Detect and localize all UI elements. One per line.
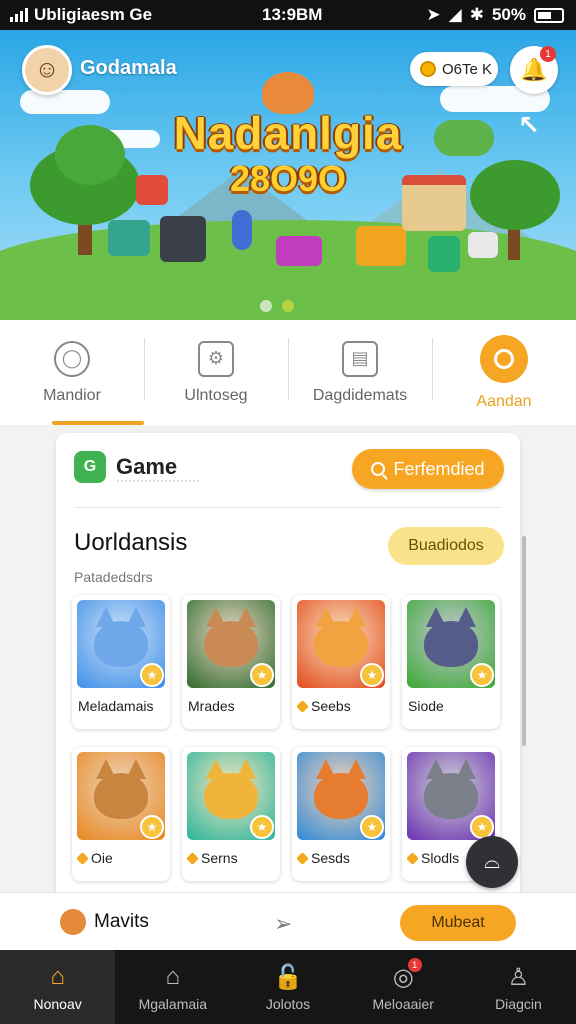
game-tile[interactable]: ★ Mrades <box>182 595 280 729</box>
mask-icon: ⌓ <box>484 850 500 873</box>
tile-label: Meladamais <box>78 698 154 714</box>
tab-home[interactable]: ⌂ Nonoav <box>0 950 116 1024</box>
nav-label: Ulntoseg <box>184 386 248 404</box>
hero-title: Nadanlgia <box>173 107 403 159</box>
gem-icon <box>186 851 199 865</box>
nav-label: Dagdidemats <box>312 386 408 404</box>
tab-building[interactable]: ⌂ Mgalamaia <box>115 950 230 1024</box>
battery-icon <box>534 7 564 23</box>
send-icon[interactable]: ➢ <box>274 911 292 937</box>
tile-label: Mrades <box>188 698 235 714</box>
battery-percent: 50% <box>491 5 526 24</box>
carousel-dots[interactable] <box>260 300 294 312</box>
coin-amount: O6Te K <box>442 60 493 78</box>
tab-profile[interactable]: ♙ Diagcin <box>461 950 576 1024</box>
fox-avatar-icon <box>60 909 86 935</box>
search-icon <box>371 462 386 476</box>
gear-icon: ⚙ <box>198 340 234 377</box>
tile-label: Slodls <box>421 850 460 866</box>
tile-label: Seebs <box>311 698 351 714</box>
nav-label: Mandior <box>43 386 101 404</box>
star-icon: ★ <box>250 663 274 687</box>
game-card: G Game ····················· Ferfemdied … <box>56 433 520 903</box>
game-tile[interactable]: ★ Oie <box>72 747 170 881</box>
signal-icon <box>10 8 28 22</box>
notification-badge: 1 <box>540 46 556 62</box>
bottom-action-bar: Mavits ➢ Mubeat <box>0 892 576 950</box>
circle-icon <box>480 334 528 383</box>
section-filter-button[interactable]: Buadiodos <box>388 527 504 565</box>
tile-label: Siode <box>408 698 444 714</box>
wifi-icon: ◢ <box>448 5 462 24</box>
gem-icon <box>76 851 89 865</box>
star-icon: ★ <box>360 663 384 687</box>
coin-icon <box>420 61 436 77</box>
tab-label: Diagcin <box>495 996 542 1012</box>
nav-item-dagdidemats[interactable]: ▤ Dagdidemats <box>288 320 432 425</box>
tab-label: Mgalamaia <box>138 996 208 1012</box>
game-grid: ★ Meladamais ★ Mrades ★ Seebs ★ Siode ★ Oie ★… <box>72 595 500 881</box>
game-tile[interactable]: ★ Seebs <box>292 595 390 729</box>
hero-score: 28O9O <box>229 158 347 199</box>
game-tile[interactable]: ★ Siode <box>402 595 500 729</box>
section-title: Uorldansis <box>74 529 188 556</box>
tab-label: Meloaaier <box>372 996 434 1012</box>
action-bar-label: Mavits <box>94 911 149 932</box>
star-icon: ★ <box>470 663 494 687</box>
carrier-label: Ubligiaesm Ge <box>34 5 153 24</box>
nav-item-aandan[interactable]: Aandan <box>432 320 576 425</box>
tile-label: Oie <box>91 850 113 866</box>
username: Godamala <box>80 57 177 79</box>
avatar[interactable]: ☺ <box>22 45 72 95</box>
tab-label: Jolotos <box>265 996 311 1012</box>
clock: 13:9BM <box>262 5 323 24</box>
tab-bar: ⌂ Nonoav ⌂ Mgalamaia 🔓 Jolotos ◎ 1 Meloa… <box>0 950 576 1024</box>
floating-action-button[interactable]: ⌓ <box>466 836 518 888</box>
nav-item-mandior[interactable]: ◯ Mandior <box>0 320 144 425</box>
user-icon: ◯ <box>54 340 90 377</box>
location-icon: ➤ <box>426 5 441 24</box>
home-icon: ⌂ <box>50 963 65 990</box>
game-tile[interactable]: ★ Sesds <box>292 747 390 881</box>
building-icon: ⌂ <box>165 963 181 990</box>
tab-messages[interactable]: ◎ 1 Meloaaier <box>346 950 461 1024</box>
section-subtitle: Patadedsdrs <box>74 569 153 585</box>
person-icon: ♙ <box>507 963 530 991</box>
gem-icon <box>406 851 419 865</box>
tile-label: Serns <box>201 850 238 866</box>
game-tile[interactable]: ★ Meladamais <box>72 595 170 729</box>
notification-button[interactable]: 🔔 1 <box>510 46 558 94</box>
game-tile[interactable]: ★ Serns <box>182 747 280 881</box>
category-nav: ◯ Mandior ⚙ Ulntoseg ▤ Dagdidemats Aanda… <box>0 320 576 425</box>
coin-balance[interactable]: O6Te K <box>410 52 498 86</box>
bluetooth-icon: ✱ <box>469 5 484 24</box>
gem-icon <box>296 699 309 713</box>
star-icon: ★ <box>140 663 164 687</box>
tab-lock[interactable]: 🔓 Jolotos <box>230 950 345 1024</box>
nav-label: Aandan <box>476 392 532 410</box>
tab-badge: 1 <box>407 958 422 972</box>
star-icon: ★ <box>140 815 164 839</box>
nav-active-indicator <box>52 421 144 425</box>
star-icon: ★ <box>250 815 274 839</box>
search-button[interactable]: Ferfemdied <box>352 449 504 489</box>
nav-item-ulntoseg[interactable]: ⚙ Ulntoseg <box>144 320 288 425</box>
scrollbar[interactable] <box>522 536 526 746</box>
star-icon: ★ <box>360 815 384 839</box>
lock-icon: 🔓 <box>273 963 303 991</box>
action-bar-button[interactable]: Mubeat <box>400 905 516 941</box>
tab-label: Nonoav <box>33 996 82 1012</box>
search-button-label: Ferfemdied <box>393 458 485 479</box>
game-logo-icon: G <box>74 451 106 483</box>
divider <box>74 507 502 508</box>
status-bar: Ubligiaesm Ge 13:9BM ➤ ◢ ✱ 50% <box>0 0 576 30</box>
hero-banner[interactable]: ☺ Godamala O6Te K 🔔 1 ↖ Nadanlgia 28O9O <box>0 30 576 320</box>
card-subtitle: ····················· <box>116 473 200 487</box>
book-icon: ▤ <box>342 340 378 377</box>
tile-label: Sesds <box>311 850 350 866</box>
gem-icon <box>296 851 309 865</box>
